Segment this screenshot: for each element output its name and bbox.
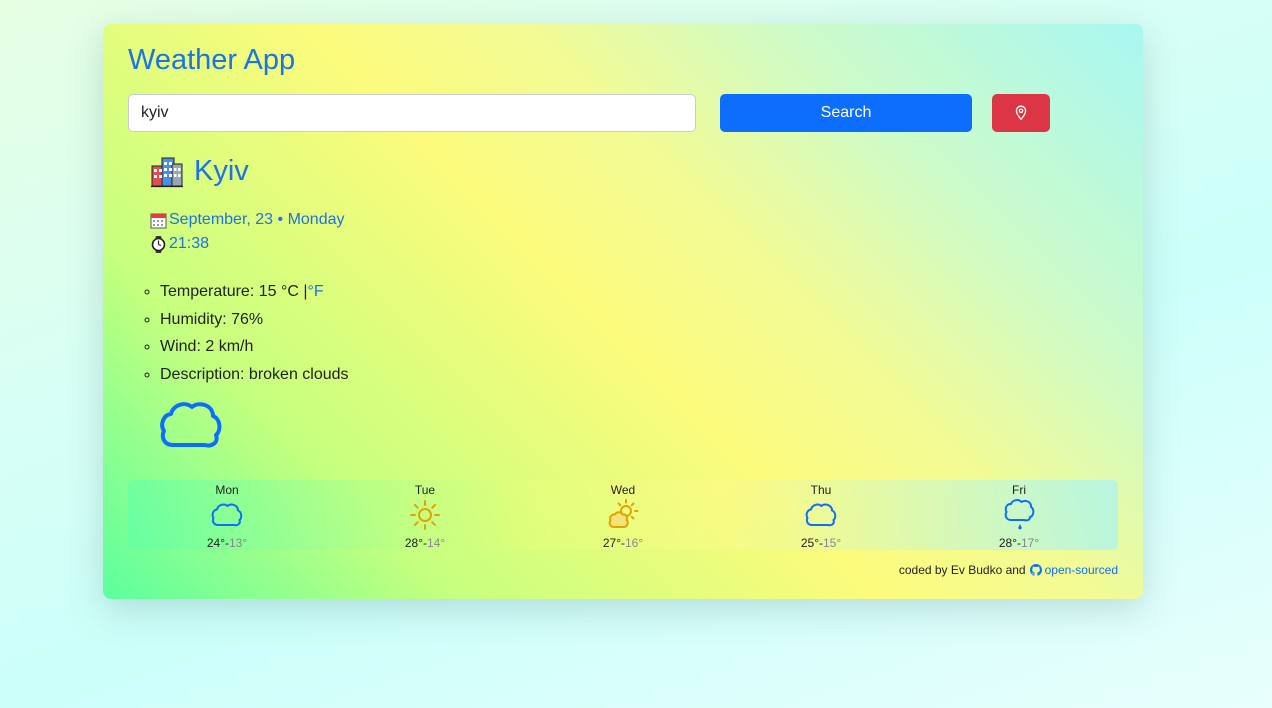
current-location-button[interactable] xyxy=(992,94,1050,132)
forecast-temps: 28°-14° xyxy=(405,536,445,550)
time-text: 21:38 xyxy=(169,235,210,252)
forecast-temps: 27°-16° xyxy=(603,536,643,550)
sun-cloud-icon xyxy=(608,498,639,528)
forecast-temps: 25°-15° xyxy=(801,536,841,550)
watch-icon xyxy=(151,235,166,253)
sun-icon xyxy=(410,499,440,530)
temperature-item: Temperature: 15 °C |°F xyxy=(160,278,349,306)
forecast-max: 27° xyxy=(602,536,621,550)
forecast-min: 17° xyxy=(1021,536,1040,550)
footer-text: coded by Ev Budko and xyxy=(898,563,1026,577)
date-time: September, 23 • Monday 21:38 xyxy=(150,208,344,256)
cloud-icon xyxy=(805,503,837,526)
search-button[interactable]: Search xyxy=(720,94,972,132)
forecast-min: 14° xyxy=(427,536,446,550)
forecast-max: 28° xyxy=(998,536,1017,550)
forecast-day: Fri 28°-17° xyxy=(920,480,1118,550)
weather-details-list: Temperature: 15 °C |°F Humidity: 76% Win… xyxy=(160,278,349,388)
city-heading: Kyiv xyxy=(150,154,249,188)
time-line: 21:38 xyxy=(150,232,344,256)
forecast-min: 16° xyxy=(625,536,644,550)
date-line: September, 23 • Monday xyxy=(150,208,344,232)
forecast-max: 24° xyxy=(206,536,225,550)
forecast-day-name: Tue xyxy=(414,483,436,497)
forecast-day-name: Wed xyxy=(610,483,636,497)
cloud-icon xyxy=(160,402,222,448)
calendar-icon xyxy=(150,213,167,228)
forecast-temps: 24°-13° xyxy=(207,536,247,550)
forecast-day: Tue 28°-14° xyxy=(326,480,524,550)
city-buildings-icon xyxy=(151,157,183,188)
forecast-temps: 28°-17° xyxy=(999,536,1039,550)
city-search-input[interactable] xyxy=(128,94,696,132)
forecast-day: Wed 27°-16° xyxy=(524,480,722,550)
weather-card: Weather App Search Kyiv xyxy=(103,24,1143,599)
description-item: Description: broken clouds xyxy=(160,361,349,389)
github-icon xyxy=(1029,564,1042,576)
footer: coded by Ev Budko and open-sourced xyxy=(899,563,1118,577)
wind-item: Wind: 2 km/h xyxy=(160,333,349,361)
forecast-strip: Mon 24°-13° Tue 28°-14° Wed 27°-16° Thu … xyxy=(128,480,1118,550)
city-name: Kyiv xyxy=(194,154,249,187)
forecast-max: 28° xyxy=(404,536,423,550)
forecast-day: Thu 25°-15° xyxy=(722,480,920,550)
app-title: Weather App xyxy=(128,44,296,76)
humidity-item: Humidity: 76% xyxy=(160,306,349,334)
open-sourced-label: open-sourced xyxy=(1044,563,1118,577)
map-pin-icon xyxy=(1015,105,1027,121)
forecast-min: 15° xyxy=(823,536,842,550)
cloud-icon xyxy=(211,503,243,526)
temperature-text: Temperature: 15 °C | xyxy=(160,283,308,300)
open-sourced-link[interactable]: open-sourced xyxy=(1029,563,1118,577)
forecast-day-name: Mon xyxy=(215,483,239,497)
fahrenheit-link[interactable]: °F xyxy=(308,283,324,300)
cloud-drizzle-icon xyxy=(1004,498,1035,529)
forecast-day-name: Thu xyxy=(810,483,832,497)
forecast-min: 13° xyxy=(229,536,248,550)
forecast-day: Mon 24°-13° xyxy=(128,480,326,550)
forecast-max: 25° xyxy=(800,536,819,550)
date-text: September, 23 • Monday xyxy=(169,211,345,228)
forecast-day-name: Fri xyxy=(1012,483,1026,497)
